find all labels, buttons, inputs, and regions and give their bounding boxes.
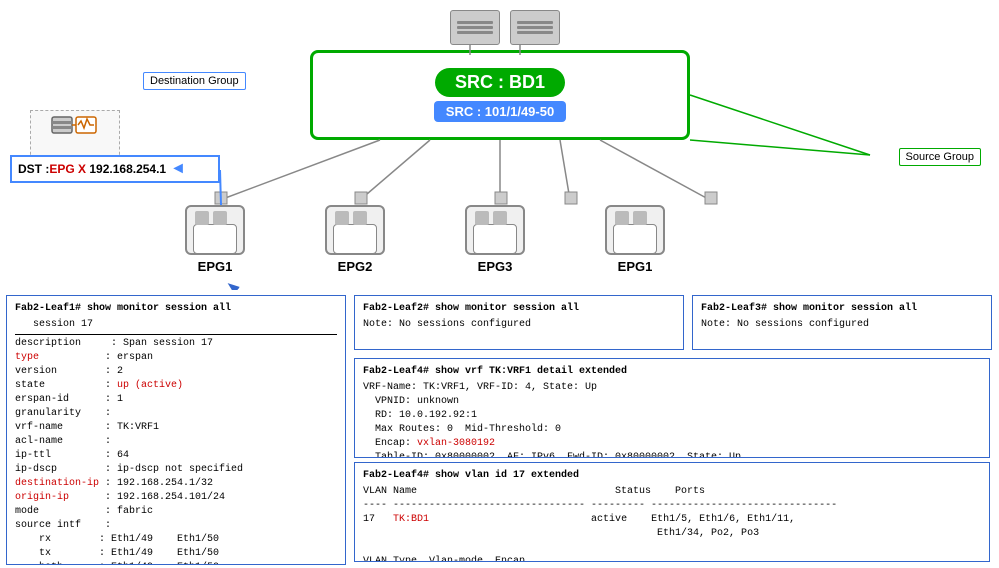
leaf1-type: type : erspan bbox=[15, 351, 337, 365]
dst-ip-text: 192.168.254.1 bbox=[86, 162, 166, 176]
epg-label-4: EPG1 bbox=[618, 259, 653, 274]
leaf2-note: Note: No sessions configured bbox=[363, 318, 675, 332]
vrf-header: Fab2-Leaf4# show vrf TK:VRF1 detail exte… bbox=[363, 365, 981, 379]
vlan-type-headers: VLAN Type Vlan-mode Encap bbox=[363, 555, 981, 562]
leaf2-header: Fab2-Leaf2# show monitor session all bbox=[363, 302, 675, 316]
epg-icon-3 bbox=[465, 205, 525, 255]
vlan-blank bbox=[363, 541, 981, 555]
epg-icon-2 bbox=[325, 205, 385, 255]
switch-icon-2 bbox=[510, 10, 560, 45]
epg-nodes-container: EPG1 EPG2 EPG3 EPG1 bbox=[175, 205, 675, 274]
vrf-line-6: Table-ID: 0x80000002, AF: IPv6, Fwd-ID: … bbox=[363, 451, 981, 458]
leaf1-src-intf: source intf : bbox=[15, 519, 337, 533]
leaf1-acl-name: acl-name : bbox=[15, 435, 337, 449]
leaf2-panel: Fab2-Leaf2# show monitor session all Not… bbox=[354, 295, 684, 350]
leaf1-session: session 17 bbox=[15, 318, 337, 332]
leaf1-state: state : up (active) bbox=[15, 379, 337, 393]
vrf-panel: Fab2-Leaf4# show vrf TK:VRF1 detail exte… bbox=[354, 358, 990, 458]
source-group-label: Source Group bbox=[899, 148, 981, 166]
leaf3-note: Note: No sessions configured bbox=[701, 318, 983, 332]
network-diagram: SRC : BD1 SRC : 101/1/49-50 Source Group… bbox=[0, 0, 999, 290]
epg-node-1: EPG1 bbox=[175, 205, 255, 274]
vlan-panel: Fab2-Leaf4# show vlan id 17 extended VLA… bbox=[354, 462, 990, 562]
vrf-line-2: VPNID: unknown bbox=[363, 395, 981, 409]
src-bd1-box: SRC : BD1 SRC : 101/1/49-50 bbox=[310, 50, 690, 140]
vlan-header: Fab2-Leaf4# show vlan id 17 extended bbox=[363, 469, 981, 483]
epg-node-3: EPG3 bbox=[455, 205, 535, 274]
monitor-icon-area bbox=[30, 110, 120, 160]
leaf1-ip-ttl: ip-ttl : 64 bbox=[15, 449, 337, 463]
leaf1-erspan-id: erspan-id : 1 bbox=[15, 393, 337, 407]
vlan-col-headers: VLAN Name Status Ports bbox=[363, 485, 981, 499]
vrf-line-4: Max Routes: 0 Mid-Threshold: 0 bbox=[363, 423, 981, 437]
src-port-label: SRC : 101/1/49-50 bbox=[434, 101, 566, 122]
dst-arrow-icon: ◄ bbox=[170, 160, 186, 178]
leaf3-panel: Fab2-Leaf3# show monitor session all Not… bbox=[692, 295, 992, 350]
leaf1-version: version : 2 bbox=[15, 365, 337, 379]
leaf1-panel: Fab2-Leaf1# show monitor session all ses… bbox=[6, 295, 346, 565]
epg-label-3: EPG3 bbox=[478, 259, 513, 274]
epg-inner-1 bbox=[193, 224, 237, 254]
vlan-row: 17 TK:BD1 active Eth1/5, Eth1/6, Eth1/11… bbox=[363, 513, 981, 527]
epg-icon-4 bbox=[605, 205, 665, 255]
top-switches bbox=[450, 10, 560, 45]
dst-text: DST : bbox=[18, 162, 49, 176]
leaf1-mode: mode : fabric bbox=[15, 505, 337, 519]
leaf1-rx: rx : Eth1/49 Eth1/50 bbox=[15, 533, 337, 547]
dst-epg-box: DST : EPG X 192.168.254.1 ◄ bbox=[10, 155, 220, 183]
dest-group-label: Destination Group bbox=[143, 72, 246, 90]
vlan-row2: Eth1/34, Po2, Po3 bbox=[363, 527, 981, 541]
epg-icon-1 bbox=[185, 205, 245, 255]
vrf-line-5: Encap: vxlan-3080192 bbox=[363, 437, 981, 451]
leaf1-origin-ip: origin-ip : 192.168.254.101/24 bbox=[15, 491, 337, 505]
leaf1-both: both : Eth1/49 Eth1/50 bbox=[15, 561, 337, 565]
epg-label-2: EPG2 bbox=[338, 259, 373, 274]
vrf-line-3: RD: 10.0.192.92:1 bbox=[363, 409, 981, 423]
leaf1-description: description : Span session 17 bbox=[15, 337, 337, 351]
epg-node-2: EPG2 bbox=[315, 205, 395, 274]
epg-node-4: EPG1 bbox=[595, 205, 675, 274]
epg-inner-3 bbox=[473, 224, 517, 254]
leaf1-divider bbox=[15, 334, 337, 335]
leaf1-ip-dscp: ip-dscp : ip-dscp not specified bbox=[15, 463, 337, 477]
leaf1-tx: tx : Eth1/49 Eth1/50 bbox=[15, 547, 337, 561]
leaf1-header: Fab2-Leaf1# show monitor session all bbox=[15, 302, 337, 316]
epg-inner-2 bbox=[333, 224, 377, 254]
leaf1-vrf-name: vrf-name : TK:VRF1 bbox=[15, 421, 337, 435]
vrf-line-1: VRF-Name: TK:VRF1, VRF-ID: 4, State: Up bbox=[363, 381, 981, 395]
epg-inner-4 bbox=[613, 224, 657, 254]
vlan-divider: ---- -------------------------------- --… bbox=[363, 499, 981, 513]
dst-epg-text: EPG X bbox=[49, 162, 86, 176]
src-bd1-label: SRC : BD1 bbox=[435, 68, 565, 97]
leaf1-granularity: granularity : bbox=[15, 407, 337, 421]
switch-icon-1 bbox=[450, 10, 500, 45]
leaf3-header: Fab2-Leaf3# show monitor session all bbox=[701, 302, 983, 316]
leaf1-dst-ip: destination-ip : 192.168.254.1/32 bbox=[15, 477, 337, 491]
epg-label-1: EPG1 bbox=[198, 259, 233, 274]
monitor-svg bbox=[50, 115, 100, 155]
